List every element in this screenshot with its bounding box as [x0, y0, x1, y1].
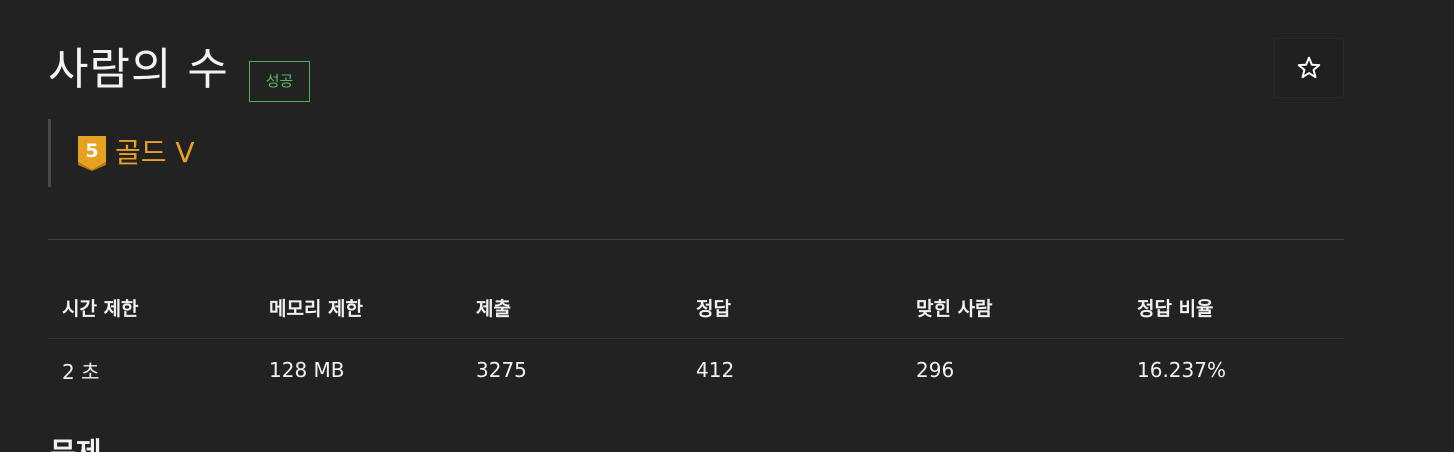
header-time-limit: 시간 제한 [48, 276, 255, 339]
divider [48, 239, 1344, 240]
value-accept-ratio: 16.237% [1137, 358, 1226, 382]
problem-section-heading: 문제 [50, 438, 102, 452]
tier-level: 5 [85, 140, 98, 162]
tier-label: 골드 V [115, 136, 195, 169]
favorite-button[interactable] [1274, 38, 1344, 98]
header-memory-limit: 메모리 제한 [255, 276, 462, 339]
header-accepted: 정답 [682, 276, 902, 339]
stats-header-row: 시간 제한 메모리 제한 제출 정답 맞힌 사람 정답 비율 [48, 276, 1344, 339]
status-badge: 성공 [249, 61, 310, 102]
value-time-limit: 2 초 [62, 359, 100, 384]
value-submissions: 3275 [476, 358, 527, 382]
stats-table: 시간 제한 메모리 제한 제출 정답 맞힌 사람 정답 비율 2 초 128 M… [48, 276, 1344, 401]
problem-page: 사람의 수 성공 5 골드 V 시간 제한 메모리 제한 제출 정답 맞힌 사람… [0, 0, 1454, 452]
star-icon [1297, 56, 1321, 79]
value-accepted: 412 [696, 358, 735, 382]
header-submissions: 제출 [462, 276, 682, 339]
tier-block: 5 골드 V [48, 119, 195, 187]
header-accept-ratio: 정답 비율 [1123, 276, 1344, 339]
value-memory-limit: 128 MB [269, 358, 345, 382]
page-title: 사람의 수 [48, 44, 229, 95]
tier-badge-icon: 5 [77, 135, 107, 171]
header-solved-users: 맞힌 사람 [902, 276, 1123, 339]
stats-value-row: 2 초 128 MB 3275 412 296 16.237% [48, 339, 1344, 402]
value-solved-users: 296 [916, 358, 955, 382]
